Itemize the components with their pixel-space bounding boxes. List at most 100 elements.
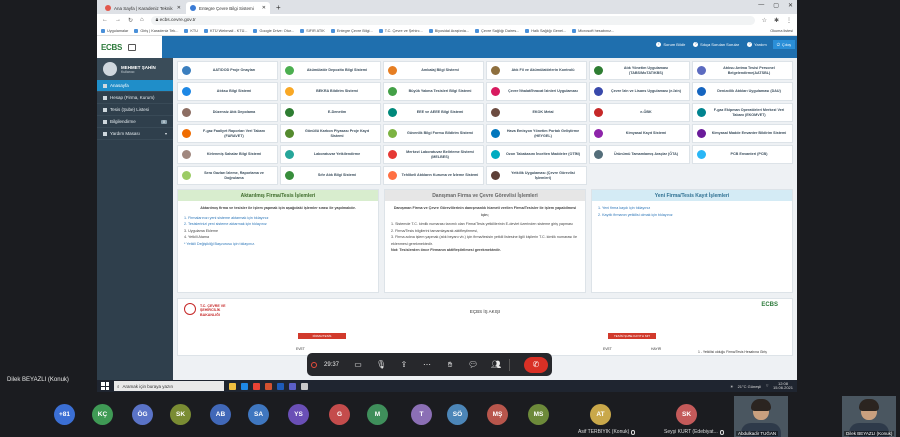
notification-icon[interactable] — [128, 43, 137, 51]
bookmark-item[interactable]: Halk Sağlığı Genel... — [525, 28, 566, 33]
module-card[interactable]: Denizcilik Atıkları Uygulaması (DAU) — [692, 82, 793, 101]
participants-icon[interactable]: 👥︎ — [486, 357, 506, 373]
module-card[interactable]: Kimyasal Madde Envanter Bildirim Sistemi — [692, 124, 793, 143]
bookmark-item[interactable]: KTÜ Webmail - KTÜ... — [204, 28, 247, 33]
module-card[interactable]: Yetkilik Uygulaması (Çevre Görevlisi İşl… — [486, 166, 587, 185]
module-card[interactable]: Sera Gazları İzleme, Raporlama ve Doğrul… — [177, 166, 278, 185]
participant-avatar[interactable]: SÖ — [447, 404, 468, 425]
participant-avatar[interactable]: ÖG — [132, 404, 153, 425]
module-card[interactable]: Sıfır Atık Bilgi Sistemi — [280, 166, 381, 185]
module-card[interactable]: E-Denetim — [280, 103, 381, 122]
logout-button[interactable]: ⏻ Çıkış — [772, 40, 795, 49]
module-card[interactable]: Laboratuvar Yetkilendirme — [280, 145, 381, 164]
windows-start-icon[interactable] — [101, 382, 109, 390]
home-icon[interactable]: ⌂ — [140, 17, 144, 23]
raise-hand-icon[interactable]: ✋︎ — [440, 357, 460, 373]
browser-tab-ecbs[interactable]: Entegre Çevre Bilgi Sistemi ✕ — [186, 2, 270, 14]
clock[interactable]: 12:08 15.06.2021 — [773, 381, 793, 391]
bookmark-item[interactable]: Microsoft hesabınız... — [572, 28, 614, 33]
participant-avatar[interactable]: +81 — [54, 404, 75, 425]
app-icon[interactable] — [301, 382, 308, 390]
help-button[interactable]: ? Yardım — [745, 40, 769, 49]
participant-avatar[interactable]: MS — [528, 404, 549, 425]
maximize-icon[interactable]: ▢ — [773, 2, 779, 9]
module-card[interactable]: Atık Fil ve Akümülatörlerin Kontrolü — [486, 61, 587, 80]
module-card[interactable]: F-gaz Faaliyet Raporları Veri Tabanı (FA… — [177, 124, 278, 143]
minimize-icon[interactable]: — — [758, 2, 764, 9]
camera-off-icon[interactable]: ▭ — [348, 357, 368, 373]
bookmark-item[interactable]: T.C. Çevre ve Şehirc... — [378, 28, 423, 33]
chat-icon[interactable]: 💬︎ — [463, 357, 483, 373]
url-field[interactable]: 🔒︎ ecbs.cevre.gov.tr — [150, 15, 755, 25]
back-icon[interactable]: ← — [102, 17, 108, 23]
module-card[interactable]: F-gaz Ekipman Operatörleri Merkezi Veri … — [692, 103, 793, 122]
participant-avatar[interactable]: SK — [170, 404, 191, 425]
chrome-icon[interactable] — [253, 382, 260, 390]
participant-video-tile[interactable]: Abdulkadir TUĞAN — [734, 396, 788, 437]
hang-up-button[interactable]: ✆ — [524, 356, 548, 373]
participant-avatar[interactable]: G — [329, 404, 350, 425]
bookmark-item[interactable]: Google Drive: Otur... — [253, 28, 294, 33]
module-card[interactable]: Merkezi Laboratuvar Belirleme Sistemi (M… — [383, 145, 484, 164]
teams-icon[interactable] — [289, 382, 296, 390]
module-card[interactable]: Gönüllü Karbon Piyasası Proje Kayıt Sist… — [280, 124, 381, 143]
module-card[interactable]: Çevre İzin ve Lisans Uygulaması (e-İzin) — [589, 82, 690, 101]
powerpoint-icon[interactable] — [265, 382, 272, 390]
participant-avatar[interactable]: M — [367, 404, 388, 425]
module-card[interactable]: Çevre İthalat/İhracat İzinleri Uygulamas… — [486, 82, 587, 101]
bookmark-item[interactable]: Çevre Sağlığı Daires... — [475, 28, 519, 33]
bookmark-item[interactable]: Giriş | Karadeniz Tek... — [134, 28, 178, 33]
bookmark-item[interactable]: Uygulamalar — [101, 28, 128, 33]
network-icon[interactable]: ⌔ — [765, 383, 769, 389]
module-card[interactable]: e-ÖBK — [589, 103, 690, 122]
sidebar-item[interactable]: Bilgilendirme 0 — [97, 116, 173, 128]
user-profile[interactable]: MEHMET ŞAHİN Kullanıcı — [97, 58, 173, 80]
new-tab-button[interactable]: + — [271, 3, 286, 12]
module-card[interactable]: Büyük Yakma Tesisleri Bilgi Sistemi — [383, 82, 484, 101]
module-card[interactable]: EEE ve AEEE Bilgi Sistemi — [383, 103, 484, 122]
sidebar-item[interactable]: Hesap (Firma, Kurum) — [97, 92, 173, 104]
bookmark-item[interactable]: KTU — [184, 28, 198, 33]
panel-link[interactable]: * Yetkili Değişikliği Başvurusu için tık… — [184, 241, 372, 248]
module-card[interactable]: EKOK Metal — [486, 103, 587, 122]
taskbar-search-input[interactable]: ⌕ Aramak için buraya yazın — [114, 381, 224, 391]
participant-avatar[interactable]: T — [411, 404, 432, 425]
module-card[interactable]: Güvenlik Bilgi Formu Bildirim Sistemi — [383, 124, 484, 143]
mic-off-icon[interactable]: 🎙︎ — [371, 357, 391, 373]
module-card[interactable]: Ambalaj Bilgi Sistemi — [383, 61, 484, 80]
more-icon[interactable]: ⋯ — [417, 357, 437, 373]
participant-video-tile[interactable]: Dilek BEYAZLI (Konuk) — [842, 396, 896, 437]
bookmark-item[interactable]: Biyosidal Araştırıla... — [428, 28, 469, 33]
participant-avatar[interactable]: KÇ — [92, 404, 113, 425]
participant-avatar[interactable]: AT — [590, 404, 611, 425]
module-card[interactable]: Kimyasal Kayıt Sistemi — [589, 124, 690, 143]
participant-avatar[interactable]: AB — [210, 404, 231, 425]
bookmark-item[interactable]: Entegre Çevre Bilgi... — [330, 28, 373, 33]
panel-link[interactable]: 2. Kayıtlı firmanın yetkilisi olmak için… — [598, 212, 786, 219]
close-tab-icon[interactable]: ✕ — [262, 5, 266, 11]
faq-button[interactable]: ? Sıkça Sorulan Sorular — [691, 40, 741, 49]
module-card[interactable]: Ozon Tabakasını İncelten Maddeler (OTİM) — [486, 145, 587, 164]
module-card[interactable]: Hava Emisyon Yönetim Portalı Geliştirme … — [486, 124, 587, 143]
module-card[interactable]: Atıksu Bilgi Sistemi — [177, 82, 278, 101]
word-icon[interactable] — [277, 382, 284, 390]
module-card[interactable]: AAT/DOD Proje Onayları — [177, 61, 278, 80]
extensions-icon[interactable]: ✱ — [774, 17, 779, 24]
file-explorer-icon[interactable] — [229, 382, 236, 390]
sidebar-item[interactable]: Anasayfa — [97, 80, 173, 92]
module-card[interactable]: Düzensiz Atık Depolama — [177, 103, 278, 122]
module-card[interactable]: Tehlikeli Atıkların Kuruma ve İzleme Sis… — [383, 166, 484, 185]
edge-icon[interactable] — [241, 382, 248, 390]
module-card[interactable]: BEKRA Bildirim Sistemi — [280, 82, 381, 101]
module-card[interactable]: Atık Yönetim Uygulaması (TABS/MoTAT/KBS) — [589, 61, 690, 80]
sidebar-item[interactable]: Yardım Masası ▾ — [97, 128, 173, 140]
reload-icon[interactable]: ↻ — [128, 17, 133, 24]
ecbs-logo[interactable]: ECBS — [97, 36, 162, 58]
reading-list[interactable]: Okuma listesi — [770, 29, 793, 33]
participant-avatar[interactable]: SK — [676, 404, 697, 425]
close-window-icon[interactable]: ✕ — [788, 2, 793, 9]
participant-avatar[interactable]: YS — [288, 404, 309, 425]
report-issue-button[interactable]: i Sorum Bildir — [654, 40, 687, 49]
module-card[interactable]: Ürünümü Tamamlamış Araçlar (ÖTA) — [589, 145, 690, 164]
module-card[interactable]: Kirlenmiş Sahalar Bilgi Sistemi — [177, 145, 278, 164]
